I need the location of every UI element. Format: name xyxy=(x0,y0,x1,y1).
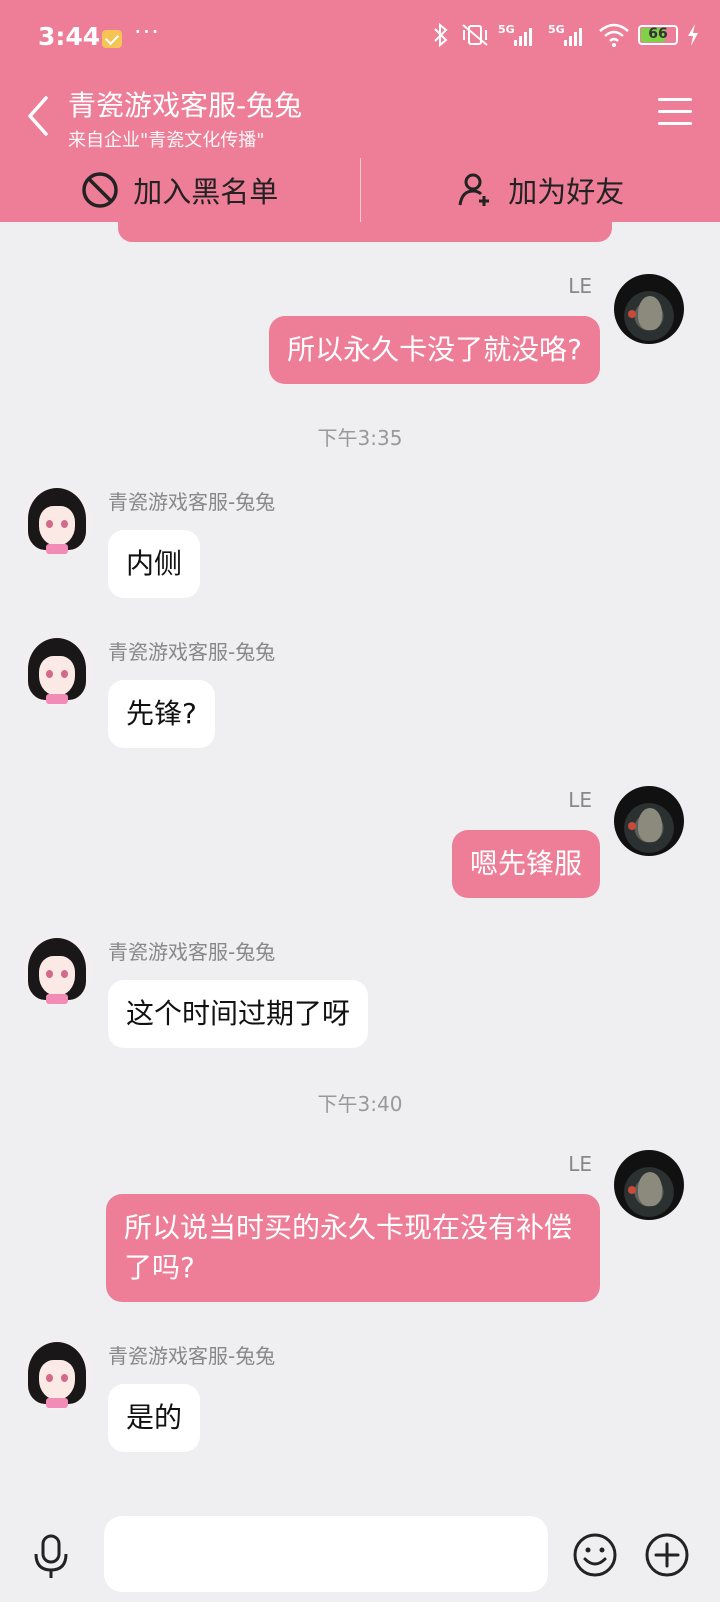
back-arrow-icon[interactable] xyxy=(24,94,54,138)
status-icons: 5G 5G 66 xyxy=(430,22,700,48)
signal-5g-icon: 5G xyxy=(498,23,532,46)
message-bubble-partial xyxy=(118,222,612,242)
more-notifications-icon: ··· xyxy=(134,18,160,46)
status-bar: 3:44 ··· 5G 5G 66 xyxy=(0,0,720,80)
agent-avatar[interactable] xyxy=(22,1340,92,1410)
user-avatar[interactable] xyxy=(614,274,684,344)
sender-name: LE xyxy=(568,788,592,812)
vibrate-off-icon xyxy=(462,24,488,46)
message-bubble-incoming[interactable]: 内侧 xyxy=(108,530,201,598)
bluetooth-icon xyxy=(434,22,448,48)
message-input[interactable] xyxy=(104,1516,548,1592)
emoji-icon[interactable] xyxy=(572,1532,618,1578)
agent-avatar[interactable] xyxy=(22,486,92,556)
sender-name: 青瓷游戏客服-兔兔 xyxy=(108,940,276,964)
block-icon xyxy=(82,172,118,208)
sender-name: 青瓷游戏客服-兔兔 xyxy=(108,490,276,514)
add-user-icon xyxy=(458,173,490,206)
action-bar: 加入黑名单 加为好友 xyxy=(0,158,720,222)
battery-icon: 66 xyxy=(638,25,678,45)
microphone-icon[interactable] xyxy=(30,1534,72,1580)
mail-icon xyxy=(102,30,122,48)
timestamp: 下午3:35 xyxy=(317,426,403,450)
message-bubble-outgoing[interactable]: 所以永久卡没了就没咯? xyxy=(269,316,600,384)
message-bubble-incoming[interactable]: 是的 xyxy=(108,1384,201,1452)
add-friend-button[interactable]: 加为好友 xyxy=(361,158,720,222)
svg-text:5G: 5G xyxy=(498,23,515,36)
svg-text:5G: 5G xyxy=(548,23,565,36)
agent-avatar[interactable] xyxy=(22,636,92,706)
sender-name: 青瓷游戏客服-兔兔 xyxy=(108,1344,276,1368)
message-bubble-incoming[interactable]: 先锋? xyxy=(108,680,215,748)
sender-name: LE xyxy=(568,1152,592,1176)
agent-avatar[interactable] xyxy=(22,936,92,1006)
message-bubble-incoming[interactable]: 这个时间过期了呀 xyxy=(108,980,369,1048)
chat-messages[interactable]: LE 所以永久卡没了就没咯? 下午3:35 青瓷游戏客服-兔兔 内侧 青瓷游戏客… xyxy=(0,222,720,1512)
user-avatar[interactable] xyxy=(614,1150,684,1220)
menu-icon[interactable] xyxy=(658,98,692,128)
battery-level: 66 xyxy=(648,26,668,42)
add-friend-label: 加为好友 xyxy=(508,175,625,209)
add-to-blacklist-button[interactable]: 加入黑名单 xyxy=(0,158,360,222)
chat-subtitle: 来自企业"青瓷文化传播" xyxy=(68,130,265,151)
signal-5g-icon: 5G xyxy=(548,23,582,46)
plus-icon[interactable] xyxy=(644,1532,690,1578)
user-avatar[interactable] xyxy=(614,786,684,856)
chat-title: 青瓷游戏客服-兔兔 xyxy=(68,89,303,122)
message-bubble-outgoing[interactable]: 所以说当时买的永久卡现在没有补偿了吗? xyxy=(106,1194,600,1302)
sender-name: LE xyxy=(568,274,592,298)
timestamp: 下午3:40 xyxy=(317,1092,403,1116)
chat-header: 青瓷游戏客服-兔兔 来自企业"青瓷文化传播" xyxy=(0,80,720,158)
clock: 3:44 xyxy=(38,22,101,51)
input-bar xyxy=(0,1512,720,1602)
message-bubble-outgoing[interactable]: 嗯先锋服 xyxy=(451,830,600,898)
wifi-icon xyxy=(599,23,629,47)
charging-icon xyxy=(688,24,698,46)
add-to-blacklist-label: 加入黑名单 xyxy=(133,175,279,209)
sender-name: 青瓷游戏客服-兔兔 xyxy=(108,640,276,664)
